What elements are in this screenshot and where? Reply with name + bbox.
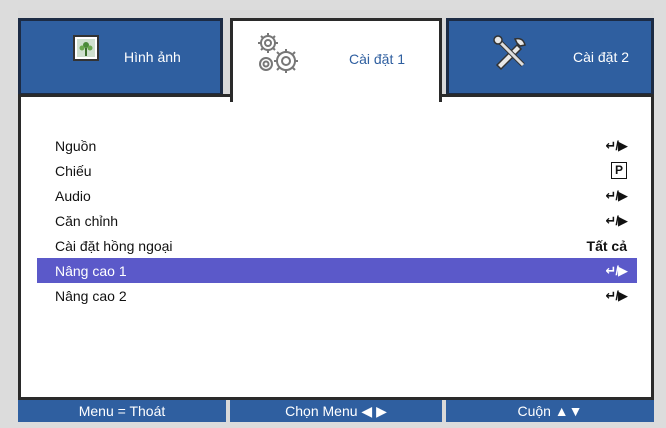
tab-picture-label: Hình ảnh — [124, 49, 181, 65]
tools-icon — [491, 33, 531, 78]
menu-item-label: Nguồn — [55, 137, 97, 154]
menu-item-label: Căn chỉnh — [55, 212, 119, 229]
footer-select-hint: Chọn Menu ◀ ▶ — [230, 400, 442, 422]
footer-exit-hint: Menu = Thoát — [18, 400, 226, 422]
menu-item-audio[interactable]: Audio ↵/▶ — [37, 183, 637, 208]
gears-icon — [253, 29, 303, 84]
menu-item-projection[interactable]: Chiếu P — [37, 158, 637, 183]
menu-item-label: Chiếu — [55, 162, 92, 179]
menu-item-label: Nâng cao 2 — [55, 287, 127, 304]
menu-item-ir-settings[interactable]: Cài đặt hồng ngoại Tất cả — [37, 233, 637, 258]
tab-setup-1-label: Cài đặt 1 — [349, 51, 406, 67]
picture-icon — [73, 35, 99, 66]
menu-item-advanced-1[interactable]: Nâng cao 1 ↵/▶ — [37, 258, 637, 283]
menu-panel: Nguồn ↵/▶ Chiếu P Audio ↵/▶ Căn chỉnh ↵/… — [18, 94, 654, 400]
ir-settings-value: Tất cả — [586, 237, 627, 254]
osd-menu: Hình ảnh Cài đặt 1 Cài đặt 2 Nguồn ↵/▶ C… — [18, 10, 654, 422]
tab-setup-2[interactable]: Cài đặt 2 — [446, 18, 654, 96]
enter-arrow-icon: ↵/▶ — [605, 212, 627, 228]
menu-item-label: Cài đặt hồng ngoại — [55, 237, 173, 254]
enter-arrow-icon: ↵/▶ — [605, 262, 627, 278]
tab-setup-2-label: Cài đặt 2 — [573, 49, 630, 65]
menu-item-label: Audio — [55, 187, 91, 204]
enter-arrow-icon: ↵/▶ — [605, 287, 627, 303]
enter-arrow-icon: ↵/▶ — [605, 137, 627, 153]
menu-item-alignment[interactable]: Căn chỉnh ↵/▶ — [37, 208, 637, 233]
menu-item-advanced-2[interactable]: Nâng cao 2 ↵/▶ — [37, 283, 637, 308]
menu-item-label: Nâng cao 1 — [55, 262, 127, 279]
enter-arrow-icon: ↵/▶ — [605, 187, 627, 203]
menu-item-source[interactable]: Nguồn ↵/▶ — [37, 133, 637, 158]
footer-scroll-hint: Cuộn ▲▼ — [446, 400, 654, 422]
tab-picture[interactable]: Hình ảnh — [18, 18, 223, 96]
projection-badge: P — [611, 162, 627, 179]
tab-setup-1[interactable]: Cài đặt 1 — [230, 18, 442, 102]
